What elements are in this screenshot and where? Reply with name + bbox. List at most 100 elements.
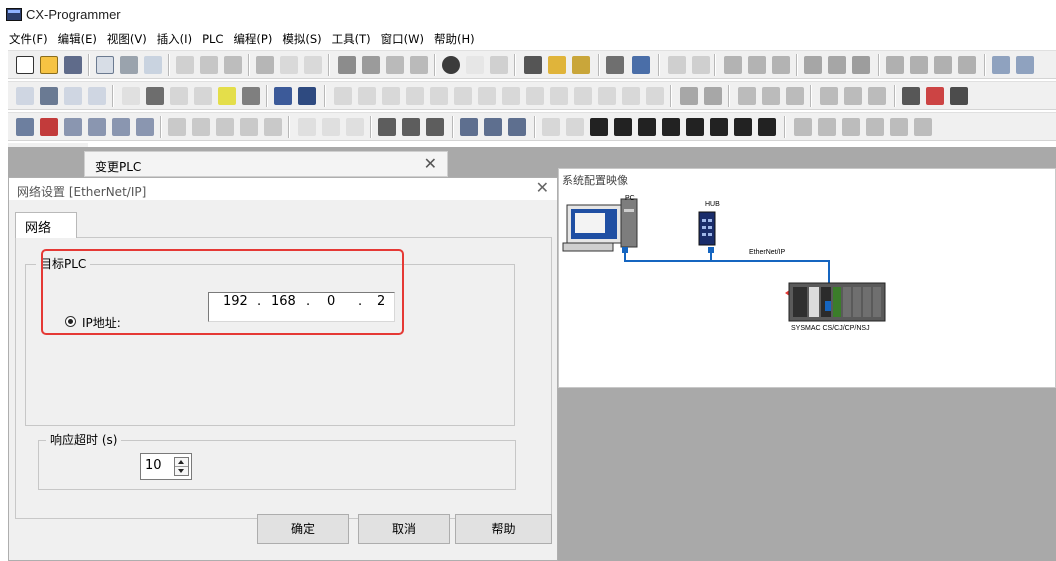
memory-icon[interactable] [886,56,904,74]
monitor-icon[interactable] [606,56,624,74]
memory-card-icon[interactable] [64,118,82,136]
transfer-to-plc-icon[interactable] [724,56,742,74]
signed-icon[interactable] [322,118,340,136]
menu-tools[interactable]: 工具(T) [332,29,371,49]
breakpoint-5-icon[interactable] [890,118,908,136]
differential-monitor-icon[interactable] [668,56,686,74]
compare-icon[interactable] [772,56,790,74]
cycle-time-icon[interactable] [168,118,186,136]
line-delete-icon[interactable] [646,87,664,105]
window-icon[interactable] [992,56,1010,74]
save-icon[interactable] [64,56,82,74]
pause-sim-icon[interactable] [638,118,656,136]
context-help-icon[interactable] [490,56,508,74]
step-continue-icon[interactable] [710,118,728,136]
breakpoint-2-icon[interactable] [818,118,836,136]
task-icon[interactable] [680,87,698,105]
jump-icon[interactable] [844,87,862,105]
zoom-out-icon[interactable] [88,87,106,105]
function-block-icon[interactable] [902,87,920,105]
step-over-icon[interactable] [426,118,444,136]
comment-icon[interactable] [146,87,164,105]
warning-online-icon[interactable] [548,56,566,74]
menu-view[interactable]: 视图(V) [107,29,147,49]
action-icon[interactable] [786,87,804,105]
spin-down-icon[interactable] [175,467,188,476]
replace-icon[interactable] [362,56,380,74]
continue-icon[interactable] [686,118,704,136]
decimal-icon[interactable] [298,118,316,136]
properties-icon[interactable] [136,118,154,136]
find-icon[interactable] [338,56,356,74]
step-out-icon[interactable] [402,118,420,136]
force-on-icon[interactable] [804,56,822,74]
menu-help[interactable]: 帮助(H) [434,29,475,49]
time-chart-icon[interactable] [112,118,130,136]
transfer-from-plc-icon[interactable] [748,56,766,74]
block-icon[interactable] [926,87,944,105]
or-nc-contact-icon[interactable] [430,87,448,105]
ok-button[interactable]: 确定 [257,514,349,544]
program-icon[interactable] [16,118,34,136]
simulation-setup-icon[interactable] [542,118,560,136]
data-trace-icon[interactable] [88,118,106,136]
pt-contact-icon[interactable] [598,87,616,105]
horizontal-line-icon[interactable] [478,87,496,105]
timeout-value[interactable]: 10 [145,458,162,473]
contact-no-icon[interactable] [358,87,376,105]
redo-icon[interactable] [304,56,322,74]
section-icon[interactable] [704,87,722,105]
spin-up-icon[interactable] [175,458,188,467]
unit-icon[interactable] [240,118,258,136]
menu-edit[interactable]: 编辑(E) [58,29,97,49]
breakpoint-3-icon[interactable] [842,118,860,136]
tile-icon[interactable] [1016,56,1034,74]
coil-nc-icon[interactable] [526,87,544,105]
play-icon[interactable] [590,118,608,136]
select-mode-icon[interactable] [334,87,352,105]
simulate-3-icon[interactable] [508,118,526,136]
instruction-icon[interactable] [550,87,568,105]
close-icon[interactable]: ✕ [424,154,437,173]
plc-program-icon[interactable] [40,118,58,136]
io-table-icon[interactable] [910,56,928,74]
output-window-icon[interactable] [242,87,260,105]
force-off-icon[interactable] [828,56,846,74]
error-log-icon[interactable] [958,56,976,74]
breakpoint-4-icon[interactable] [866,118,884,136]
info-icon[interactable] [442,56,460,74]
step-in-icon[interactable] [378,118,396,136]
cut-icon[interactable] [176,56,194,74]
print-preview-icon[interactable] [96,56,114,74]
table-icon[interactable] [264,118,282,136]
breakpoint-icon[interactable] [794,118,812,136]
print-icon[interactable] [120,56,138,74]
online-icon[interactable] [524,56,542,74]
grid-icon[interactable] [122,87,140,105]
stop-icon[interactable] [614,118,632,136]
tab-network[interactable]: 网络 [15,212,77,238]
list-icon[interactable] [170,87,188,105]
branch-icon[interactable] [820,87,838,105]
instruction-2-icon[interactable] [574,87,592,105]
ci-icon[interactable] [298,87,316,105]
menu-plc[interactable]: PLC [202,29,223,49]
address-reference-icon[interactable] [410,56,428,74]
set-icon[interactable] [852,56,870,74]
menu-insert[interactable]: 插入(I) [157,29,192,49]
new-file-icon[interactable] [16,56,34,74]
coil-icon[interactable] [502,87,520,105]
close-icon[interactable]: ✕ [536,178,549,197]
or-contact-icon[interactable] [406,87,424,105]
watch-icon[interactable] [194,87,212,105]
line-connect-icon[interactable] [622,87,640,105]
io-icon[interactable] [216,118,234,136]
setup-icon[interactable] [934,56,952,74]
zoom-in-icon[interactable] [64,87,82,105]
step-run-icon[interactable] [662,118,680,136]
page-setup-icon[interactable] [144,56,162,74]
subchart-icon[interactable] [868,87,886,105]
cancel-button[interactable]: 取消 [358,514,450,544]
simulation-io-icon[interactable] [566,118,584,136]
simulate-2-icon[interactable] [484,118,502,136]
